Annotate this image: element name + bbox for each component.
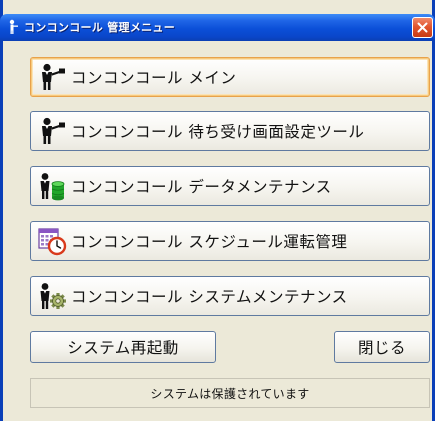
- close-label: 閉じる: [357, 339, 406, 357]
- app-icon: [9, 19, 18, 34]
- menu-button-label: コンコンコール スケジュール運転管理: [71, 233, 348, 251]
- menu-button-label: コンコンコール データメンテナンス: [71, 178, 332, 196]
- close-button[interactable]: 閉じる: [334, 331, 430, 363]
- menu-button-standby-screen-tool[interactable]: コンコンコール 待ち受け画面設定ツール: [30, 111, 430, 151]
- menu-button-label: コンコンコール システムメンテナンス: [71, 288, 348, 306]
- status-bar: システムは保護されています: [30, 378, 430, 408]
- window-close-button[interactable]: [412, 17, 433, 38]
- window-title: コンコンコール 管理メニュー: [24, 21, 176, 34]
- menu-button-data-maintenance[interactable]: コンコンコール データメンテナンス: [30, 166, 430, 206]
- person-icon: [42, 63, 65, 90]
- status-text: システムは保護されています: [150, 386, 310, 401]
- app-window: コンコンコール 管理メニュー コンコンコール メイン コンコンコール 待ち受け画…: [0, 0, 435, 421]
- menu-button-main[interactable]: コンコンコール メイン: [30, 57, 430, 97]
- menu-button-schedule-management[interactable]: コンコンコール スケジュール運転管理: [30, 221, 430, 261]
- system-restart-button[interactable]: システム再起動: [30, 331, 216, 363]
- calendar-clock-icon: [38, 228, 67, 256]
- person-database-icon: [40, 173, 65, 201]
- close-icon: [417, 22, 428, 33]
- person-gear-icon: [40, 283, 66, 309]
- person-icon: [42, 117, 65, 144]
- menu-button-label: コンコンコール メイン: [71, 69, 237, 87]
- title-bar[interactable]: コンコンコール 管理メニュー: [0, 14, 435, 41]
- menu-button-system-maintenance[interactable]: コンコンコール システムメンテナンス: [30, 276, 430, 316]
- menu-button-label: コンコンコール 待ち受け画面設定ツール: [71, 123, 365, 141]
- system-restart-label: システム再起動: [67, 339, 179, 357]
